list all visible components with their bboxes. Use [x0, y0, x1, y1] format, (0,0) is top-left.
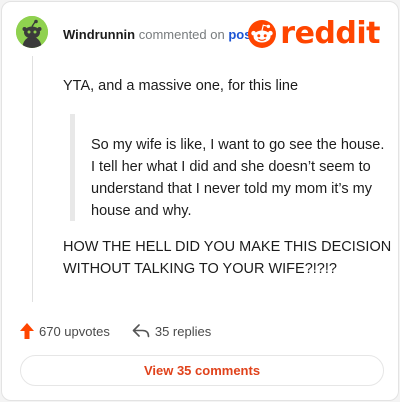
reddit-snoo-icon — [248, 20, 277, 48]
upvote-count: 670 upvotes — [39, 323, 110, 339]
quoted-text: So my wife is like, I want to go see the… — [70, 114, 386, 221]
avatar[interactable] — [16, 16, 48, 48]
comment-header: Windrunnin commented on post — [63, 27, 256, 43]
action-text: commented on — [138, 27, 225, 42]
comment-intro: YTA, and a massive one, for this line — [63, 78, 299, 94]
upvote-arrow-icon — [20, 323, 34, 339]
thread-line[interactable] — [32, 56, 33, 302]
view-comments-button[interactable]: View 35 comments — [20, 355, 384, 386]
username-link[interactable]: Windrunnin — [63, 27, 135, 42]
comment-card: Windrunnin commented on post reddit YTA,… — [1, 1, 399, 401]
reply-arrow-icon — [132, 324, 150, 338]
comment-stats: 670 upvotes 35 replies — [20, 321, 211, 341]
comment-conclusion: HOW THE HELL DID YOU MAKE THIS DECISION … — [63, 239, 392, 277]
reddit-logo[interactable]: reddit — [248, 18, 380, 50]
reply-count: 35 replies — [154, 323, 212, 339]
reply-stat[interactable]: 35 replies — [132, 324, 211, 339]
reddit-wordmark: reddit — [280, 16, 380, 51]
upvote-stat[interactable]: 670 upvotes — [20, 323, 110, 339]
snoo-avatar-icon — [16, 16, 48, 48]
